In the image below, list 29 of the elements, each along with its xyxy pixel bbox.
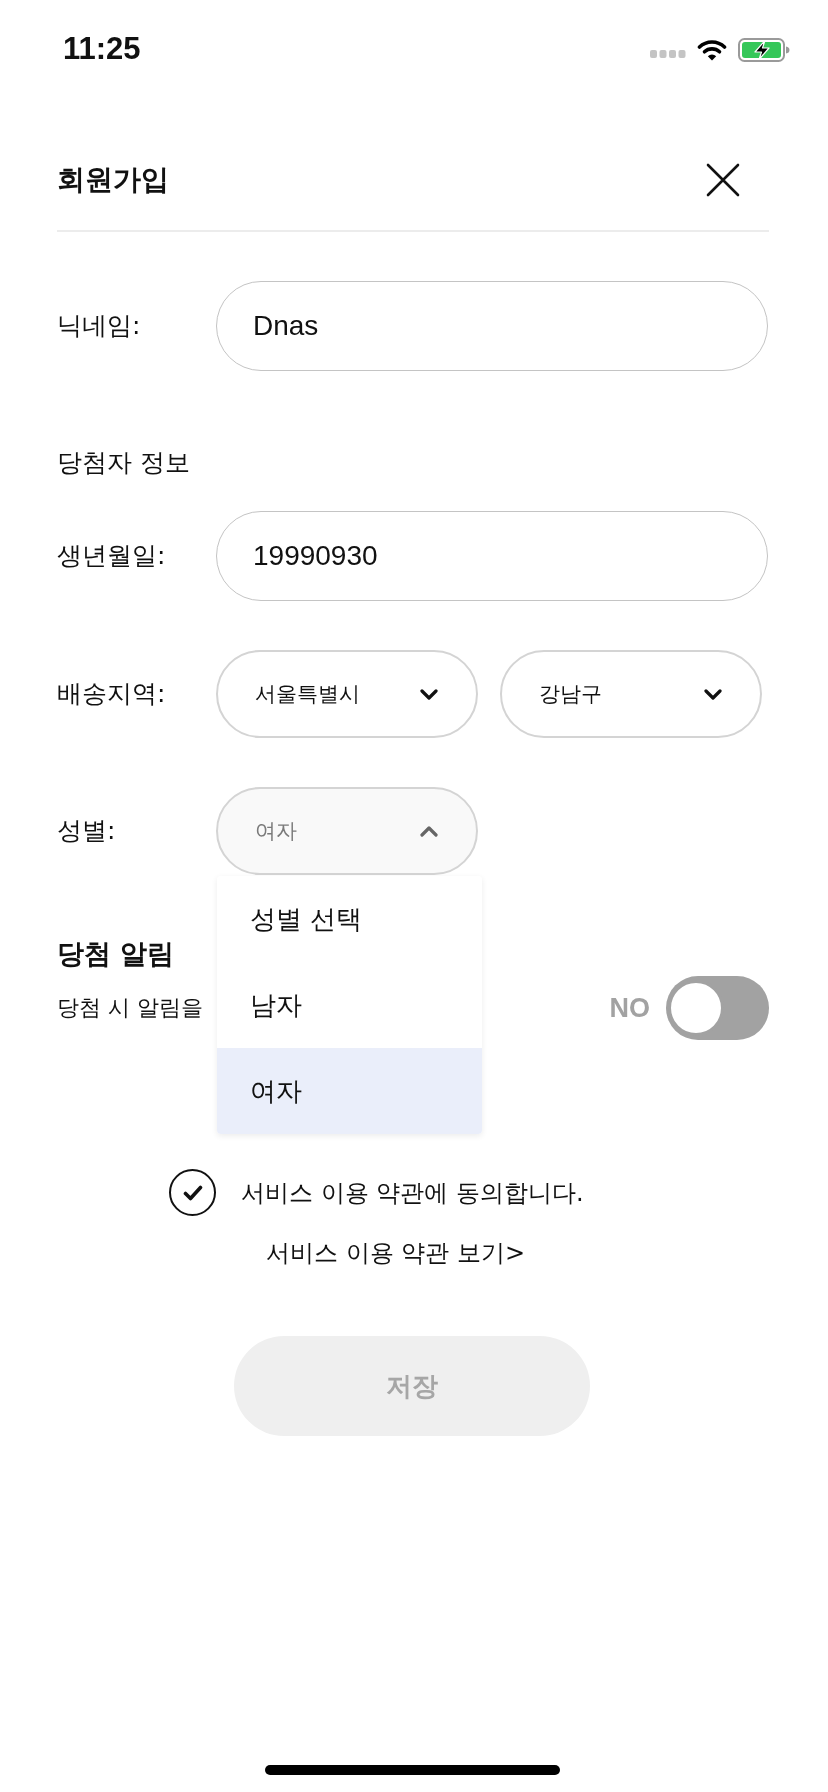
chevron-down-icon	[704, 688, 722, 700]
input-field[interactable]: 19990930	[216, 511, 768, 601]
toggle-label: NO	[609, 992, 650, 1024]
checkmark-icon	[182, 1184, 203, 1201]
battery-icon	[738, 38, 790, 62]
dropdown-select[interactable]: 서울특별시	[216, 650, 478, 738]
agreement-text: 서비스 이용 약관에 동의합니다.	[241, 1177, 584, 1209]
dropdown-option[interactable]: 성별 선택	[217, 876, 482, 962]
dropdown-option[interactable]: 남자	[217, 962, 482, 1048]
section-heading: 당첨자 정보	[57, 447, 190, 479]
field-label: 성별:	[57, 815, 117, 847]
close-icon[interactable]	[706, 163, 740, 197]
notification-description: 당첨 시 알림을	[57, 994, 203, 1022]
terms-link[interactable]: 서비스 이용 약관 보기>	[266, 1235, 525, 1271]
dropdown-select[interactable]: 강남구	[500, 650, 762, 738]
input-field[interactable]: Dnas	[216, 281, 768, 371]
field-label: 생년월일:	[57, 540, 167, 572]
page-title: 회원가입	[57, 162, 169, 198]
chevron-down-icon	[420, 688, 438, 700]
checkbox[interactable]	[169, 1169, 216, 1216]
status-time: 11:25	[63, 31, 141, 67]
dropdown-select[interactable]: 여자	[216, 787, 478, 875]
signal-icon	[650, 50, 686, 58]
chevron-up-icon	[420, 825, 438, 837]
field-label: 닉네임:	[57, 310, 142, 342]
field-label: 배송지역:	[57, 678, 167, 710]
dropdown-option[interactable]: 여자	[217, 1048, 482, 1134]
wifi-icon	[697, 39, 727, 61]
section-title: 당첨 알림	[57, 937, 175, 971]
